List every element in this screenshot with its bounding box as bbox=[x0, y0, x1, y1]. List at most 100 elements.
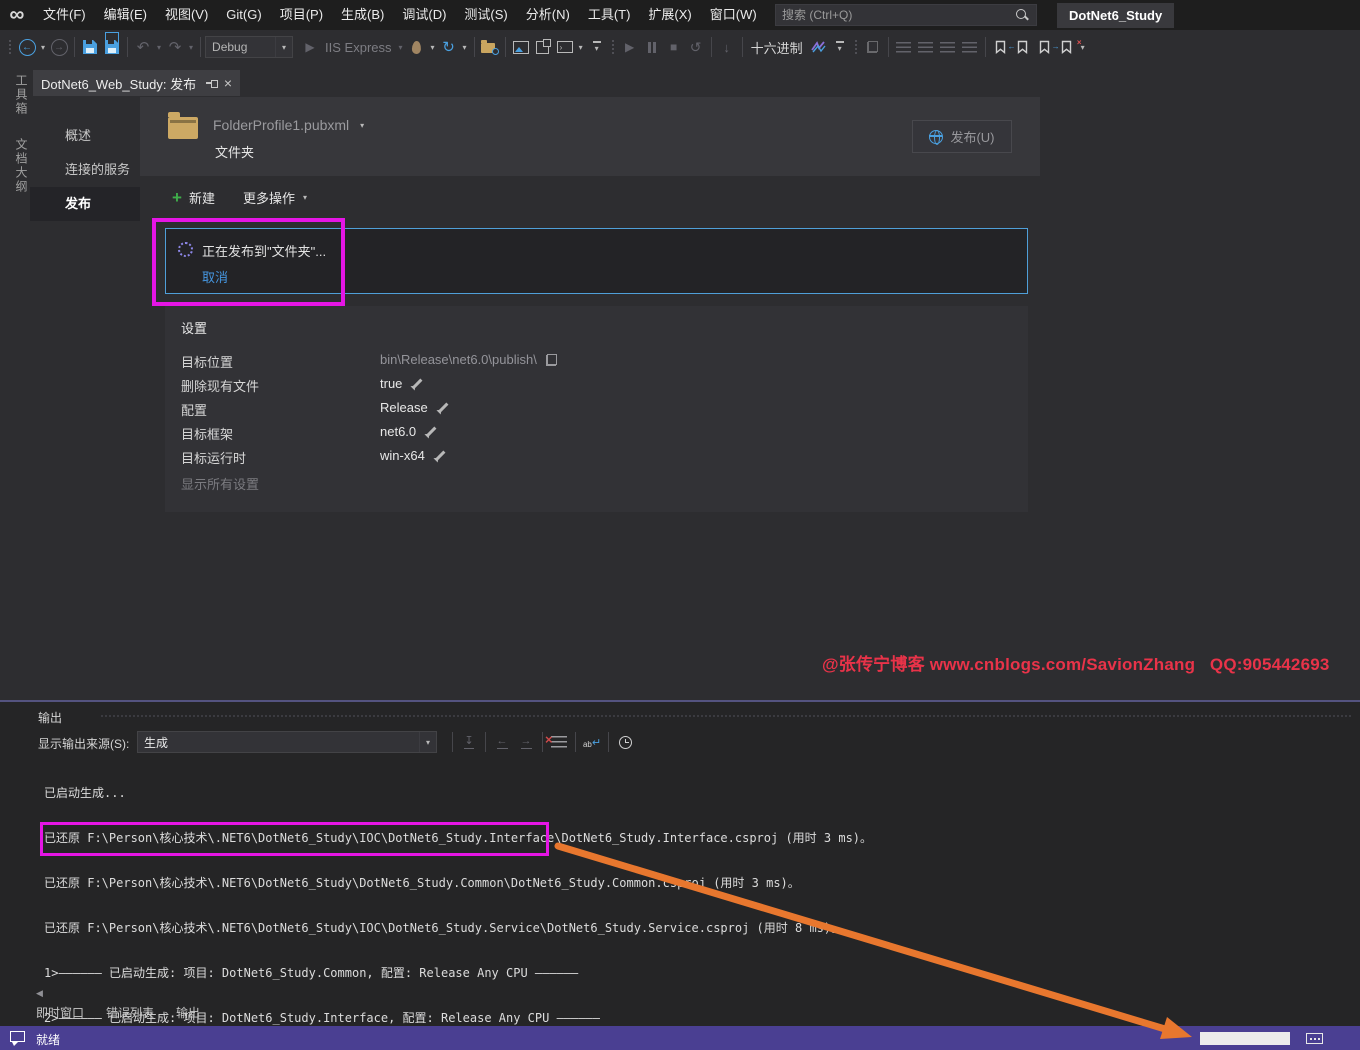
run-target-dropdown-icon[interactable] bbox=[396, 43, 406, 52]
configuration-dropdown-icon[interactable] bbox=[275, 37, 292, 57]
more-actions-button[interactable]: 更多操作 bbox=[243, 188, 310, 207]
nav-item-overview[interactable]: 概述 bbox=[30, 119, 140, 153]
timestamp-button[interactable] bbox=[613, 731, 637, 753]
terminal-dropdown-icon[interactable] bbox=[576, 43, 586, 52]
toolbar-grip[interactable] bbox=[611, 39, 616, 56]
save-button[interactable] bbox=[79, 35, 101, 59]
hot-reload-dropdown-icon[interactable] bbox=[428, 43, 438, 52]
clock-icon bbox=[619, 736, 632, 749]
undo-dropdown-icon[interactable] bbox=[154, 43, 164, 52]
toolbar-grip[interactable] bbox=[854, 39, 859, 56]
show-threads-button[interactable] bbox=[807, 35, 829, 59]
notification-bubble-icon[interactable] bbox=[10, 1031, 25, 1042]
pin-icon[interactable] bbox=[206, 78, 216, 88]
menu-edit[interactable]: 编辑(E) bbox=[95, 0, 156, 30]
pencil-icon[interactable] bbox=[437, 401, 450, 414]
decrease-indent-button[interactable] bbox=[893, 35, 915, 59]
menu-view[interactable]: 视图(V) bbox=[156, 0, 217, 30]
menu-tools[interactable]: 工具(T) bbox=[579, 0, 640, 30]
search-icon[interactable] bbox=[1014, 7, 1030, 23]
layout-button[interactable] bbox=[532, 35, 554, 59]
toolbar-overflow-button[interactable] bbox=[586, 35, 608, 59]
document-tab[interactable]: DotNet6_Web_Study: 发布 bbox=[33, 70, 240, 96]
settings-header: 设置 bbox=[181, 318, 207, 337]
debug-toolbar-overflow-button[interactable] bbox=[829, 35, 851, 59]
previous-bookmark-button[interactable]: ← bbox=[1012, 40, 1034, 54]
menu-build[interactable]: 生成(B) bbox=[332, 0, 393, 30]
sidebar-tab-document-outline[interactable]: 文档大纲 bbox=[0, 138, 30, 194]
continue-button[interactable] bbox=[619, 35, 641, 59]
toolbar-grip[interactable] bbox=[8, 39, 13, 56]
step-into-button[interactable] bbox=[716, 35, 738, 59]
quick-search[interactable] bbox=[775, 4, 1037, 26]
navigate-forward-button[interactable] bbox=[48, 35, 70, 59]
output-line: 1>—————— 已启动生成: 项目: DotNet6_Study.Common… bbox=[44, 966, 872, 981]
output-source-combobox[interactable]: 生成 bbox=[137, 731, 437, 753]
highlight-box-output-line bbox=[40, 822, 549, 856]
publish-page: 概述 连接的服务 发布 FolderProfile1.pubxml 文件夹 发布… bbox=[30, 96, 1360, 700]
uncomment-button[interactable] bbox=[959, 35, 981, 59]
menu-debug[interactable]: 调试(D) bbox=[393, 0, 455, 30]
menu-test[interactable]: 测试(S) bbox=[455, 0, 516, 30]
solution-configuration-combobox[interactable]: Debug bbox=[205, 36, 293, 58]
hexadecimal-display-button[interactable]: 十六进制 bbox=[747, 38, 807, 57]
browse-with-button[interactable] bbox=[479, 35, 501, 59]
hot-reload-button[interactable] bbox=[406, 35, 428, 59]
visual-studio-window: ∞ 文件(F) 编辑(E) 视图(V) Git(G) 项目(P) 生成(B) 调… bbox=[0, 0, 1360, 1050]
scroll-left-button[interactable] bbox=[36, 988, 43, 999]
close-icon[interactable] bbox=[224, 76, 232, 90]
restart-app-button[interactable] bbox=[438, 35, 460, 59]
panel-drag-handle[interactable] bbox=[100, 714, 1352, 719]
nav-item-connected-services[interactable]: 连接的服务 bbox=[30, 153, 140, 187]
restart-dropdown-icon[interactable] bbox=[460, 43, 470, 52]
redo-button[interactable] bbox=[164, 35, 186, 59]
pause-button[interactable] bbox=[641, 35, 663, 59]
comment-button[interactable] bbox=[937, 35, 959, 59]
setting-label: 目标位置 bbox=[181, 352, 233, 371]
next-message-button[interactable]: → bbox=[514, 731, 538, 753]
publish-button[interactable]: 发布(U) bbox=[912, 120, 1012, 153]
attach-button[interactable] bbox=[862, 35, 884, 59]
navigate-back-button[interactable] bbox=[16, 35, 38, 59]
goto-message-button[interactable]: ↧ bbox=[457, 731, 481, 753]
menu-project[interactable]: 项目(P) bbox=[271, 0, 332, 30]
toggle-word-wrap-button[interactable]: ab↵ bbox=[580, 731, 604, 753]
restart-debug-button[interactable] bbox=[685, 35, 707, 59]
menu-file[interactable]: 文件(F) bbox=[34, 0, 95, 30]
profile-name[interactable]: FolderProfile1.pubxml bbox=[213, 117, 367, 133]
run-target-label[interactable]: IIS Express bbox=[321, 35, 395, 59]
output-line: 已还原 F:\Person\核心技术\.NET6\DotNet6_Study\D… bbox=[44, 876, 872, 891]
new-profile-button[interactable]: 新建 bbox=[172, 188, 215, 207]
clear-bookmarks-button[interactable]: × bbox=[1056, 40, 1078, 54]
stop-button[interactable] bbox=[663, 35, 685, 59]
home-window-button[interactable] bbox=[510, 35, 532, 59]
feedback-icon[interactable] bbox=[1306, 1033, 1323, 1044]
jump-icon: ↧ bbox=[464, 736, 473, 749]
home-window-icon bbox=[513, 41, 529, 54]
back-dropdown-icon[interactable] bbox=[38, 43, 48, 52]
copy-icon[interactable] bbox=[546, 354, 557, 366]
increase-indent-button[interactable] bbox=[915, 35, 937, 59]
redo-dropdown-icon[interactable] bbox=[186, 43, 196, 52]
next-bookmark-button[interactable]: → bbox=[1034, 40, 1056, 54]
clear-all-button[interactable] bbox=[547, 731, 571, 753]
undo-button[interactable] bbox=[132, 35, 154, 59]
start-without-debugging-icon[interactable] bbox=[299, 35, 321, 59]
search-input[interactable] bbox=[776, 5, 1014, 25]
show-all-settings-link[interactable]: 显示所有设置 bbox=[181, 474, 259, 493]
profile-dropdown-icon[interactable] bbox=[357, 121, 367, 130]
terminal-button[interactable]: › bbox=[554, 35, 576, 59]
menu-extensions[interactable]: 扩展(X) bbox=[639, 0, 700, 30]
nav-item-publish[interactable]: 发布 bbox=[30, 187, 140, 221]
save-all-button[interactable] bbox=[101, 35, 123, 59]
menu-analyze[interactable]: 分析(N) bbox=[517, 0, 579, 30]
output-source-label: 显示输出来源(S): bbox=[38, 735, 129, 752]
menu-window[interactable]: 窗口(W) bbox=[701, 0, 766, 30]
menu-git[interactable]: Git(G) bbox=[217, 0, 270, 30]
pencil-icon[interactable] bbox=[425, 425, 438, 438]
pencil-icon[interactable] bbox=[434, 449, 447, 462]
previous-message-button[interactable]: ← bbox=[490, 731, 514, 753]
output-source-dropdown-icon[interactable] bbox=[419, 732, 436, 752]
sidebar-tab-toolbox[interactable]: 工具箱 bbox=[0, 74, 30, 116]
pencil-icon[interactable] bbox=[411, 377, 424, 390]
